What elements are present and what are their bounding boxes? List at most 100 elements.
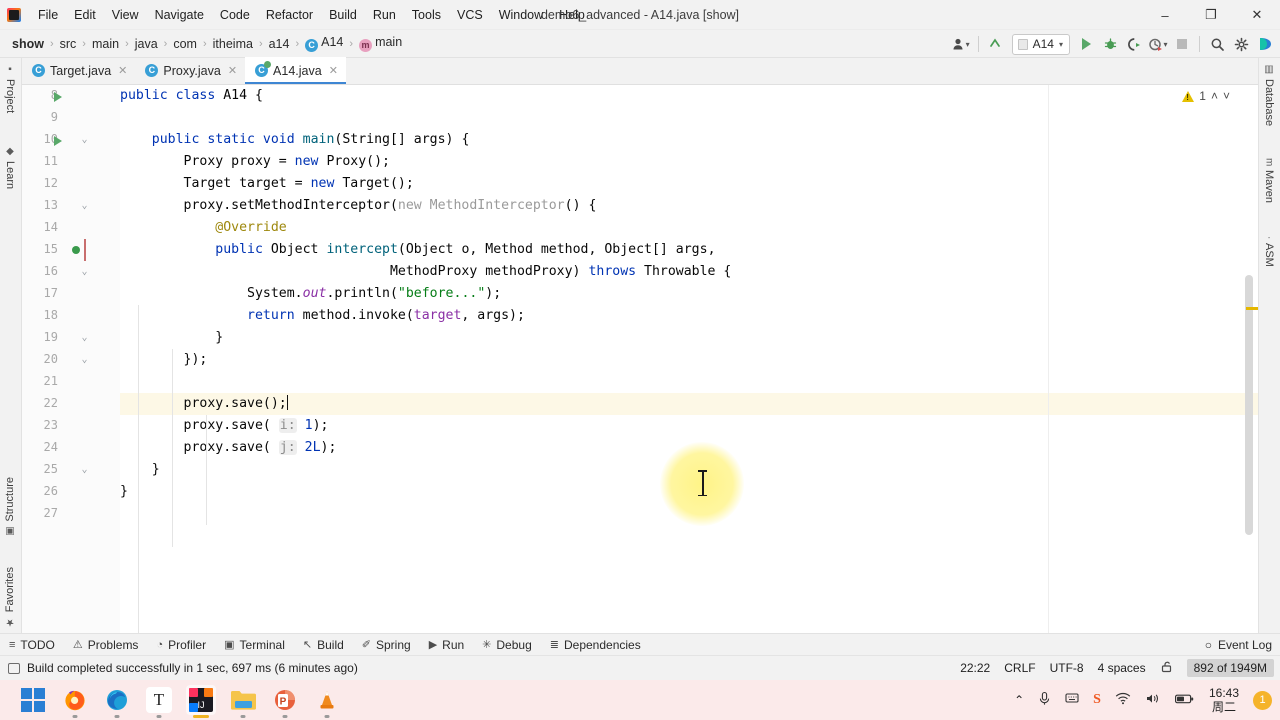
tool-window-dependencies[interactable]: ≣ Dependencies: [541, 634, 650, 656]
tool-window-profiler[interactable]: ◔ Profiler: [147, 634, 215, 656]
taskbar-intellij-idea[interactable]: IJ: [186, 685, 216, 718]
taskbar-firefox[interactable]: [60, 685, 90, 718]
gutter-line[interactable]: 22: [22, 393, 120, 415]
sidebar-item-asm[interactable]: · ASM: [1263, 236, 1275, 267]
microphone-icon[interactable]: [1038, 691, 1051, 709]
ime-icon[interactable]: [1065, 692, 1079, 708]
editor-tab-a14-java[interactable]: C A14.java ✕: [245, 57, 346, 84]
breadcrumb-item-main[interactable]: m main: [356, 34, 405, 53]
menu-item-code[interactable]: Code: [212, 5, 258, 25]
gutter-line[interactable]: 11: [22, 151, 120, 173]
tool-window-problems[interactable]: ⚠ Problems: [64, 634, 148, 656]
gutter-line[interactable]: 27: [22, 503, 120, 525]
taskbar-powerpoint[interactable]: P: [270, 685, 300, 718]
notification-badge[interactable]: 1: [1253, 690, 1272, 710]
ide-helper-icon[interactable]: [1254, 33, 1276, 55]
code-editor[interactable]: 8 9 10 ⌄ 11 12 13 ⌄ 14 15 16 ⌄ 17 18 19 ⌄ 20 ⌄ 21 22 23 24 25 ⌄…: [22, 85, 1258, 633]
breadcrumb-item-com[interactable]: com: [170, 36, 200, 52]
menu-item-build[interactable]: Build: [321, 5, 365, 25]
sidebar-item-project[interactable]: ▪ Project: [4, 64, 16, 113]
editor-tab-target-java[interactable]: C Target.java ✕: [22, 57, 135, 84]
code-fold-icon[interactable]: ⌄: [79, 200, 90, 211]
code-fold-icon[interactable]: ⌄: [79, 354, 90, 365]
taskbar-typora[interactable]: T: [144, 685, 174, 718]
sidebar-item-structure[interactable]: ▣ Structure: [4, 477, 16, 537]
gutter-line[interactable]: 20 ⌄: [22, 349, 120, 371]
gutter-line[interactable]: 10 ⌄: [22, 129, 120, 151]
taskbar-file-explorer[interactable]: [228, 685, 258, 718]
tool-window-run[interactable]: ▶ Run: [420, 634, 473, 656]
code-fold-icon[interactable]: ⌄: [79, 266, 90, 277]
wifi-icon[interactable]: [1115, 692, 1131, 708]
breakpoint-icon[interactable]: [72, 246, 80, 254]
sidebar-item-learn[interactable]: ◆ Learn: [4, 146, 16, 189]
close-icon[interactable]: ✕: [118, 64, 127, 77]
tool-window-terminal[interactable]: ▣ Terminal: [215, 634, 294, 656]
gear-icon[interactable]: [1230, 33, 1252, 55]
taskbar-edge[interactable]: [102, 685, 132, 718]
stop-button[interactable]: [1171, 33, 1193, 55]
next-problem-icon[interactable]: ˅: [1223, 89, 1230, 103]
prev-problem-icon[interactable]: ˄: [1211, 89, 1218, 103]
code-fold-icon[interactable]: ⌄: [79, 332, 90, 343]
memory-indicator[interactable]: 892 of 1949M: [1186, 659, 1274, 677]
menu-item-tools[interactable]: Tools: [404, 5, 449, 25]
code-content[interactable]: public class A14 { public static void ma…: [120, 85, 1258, 633]
breadcrumb-item-a14[interactable]: C A14: [302, 34, 346, 53]
scrollbar-thumb[interactable]: [1245, 275, 1253, 535]
gutter-line[interactable]: 17: [22, 283, 120, 305]
tray-chevron-up-icon[interactable]: ⌃: [1014, 693, 1024, 707]
gutter-line[interactable]: 13 ⌄: [22, 195, 120, 217]
gutter-line[interactable]: 9: [22, 107, 120, 129]
tool-window-spring[interactable]: ✐ Spring: [353, 634, 420, 656]
gutter-line[interactable]: 12: [22, 173, 120, 195]
breadcrumb-item-a14[interactable]: a14: [266, 36, 293, 52]
breadcrumb-item-show[interactable]: show: [9, 36, 47, 52]
gutter-line[interactable]: 23: [22, 415, 120, 437]
taskbar-vlc[interactable]: [312, 685, 342, 718]
code-fold-icon[interactable]: ⌄: [79, 134, 90, 145]
inspection-widget[interactable]: 1 ˄ ˅: [1182, 89, 1230, 103]
user-profile-icon[interactable]: ▾: [950, 33, 972, 55]
tool-window-build[interactable]: ↖ Build: [294, 634, 353, 656]
close-icon[interactable]: ✕: [228, 64, 237, 77]
gutter-run-icon[interactable]: [54, 136, 62, 146]
caret-position[interactable]: 22:22: [960, 661, 990, 675]
menu-item-help[interactable]: Help: [551, 5, 593, 25]
gutter-line[interactable]: 19 ⌄: [22, 327, 120, 349]
search-icon[interactable]: [1206, 33, 1228, 55]
minimize-button[interactable]: –: [1142, 0, 1188, 30]
profiler-button[interactable]: ▾: [1147, 33, 1169, 55]
clock[interactable]: 16:43 周二: [1209, 686, 1239, 714]
run-button[interactable]: [1075, 33, 1097, 55]
gutter-run-icon[interactable]: [54, 92, 62, 102]
maximize-button[interactable]: ❐: [1188, 0, 1234, 30]
menu-item-navigate[interactable]: Navigate: [147, 5, 212, 25]
gutter-line[interactable]: 21: [22, 371, 120, 393]
menu-item-window[interactable]: Window: [491, 5, 551, 25]
close-icon[interactable]: ✕: [329, 64, 338, 77]
sidebar-item-database[interactable]: ▥ Database: [1263, 64, 1275, 126]
gutter-line[interactable]: 26: [22, 481, 120, 503]
file-encoding[interactable]: UTF-8: [1050, 661, 1084, 675]
status-message-group[interactable]: Build completed successfully in 1 sec, 6…: [0, 661, 358, 675]
lock-icon[interactable]: [1160, 660, 1173, 676]
start-button[interactable]: [18, 685, 48, 715]
menu-item-edit[interactable]: Edit: [66, 5, 104, 25]
event-log-button[interactable]: ○ Event Log: [1205, 638, 1272, 652]
tool-window-todo[interactable]: ≡ TODO: [0, 634, 64, 656]
battery-icon[interactable]: [1174, 693, 1195, 708]
sidebar-item-favorites[interactable]: ★ Favorites: [4, 567, 16, 627]
menu-item-run[interactable]: Run: [365, 5, 404, 25]
sidebar-item-maven[interactable]: m Maven: [1263, 158, 1275, 203]
menu-item-refactor[interactable]: Refactor: [258, 5, 321, 25]
gutter-line[interactable]: 16 ⌄: [22, 261, 120, 283]
gutter-line[interactable]: 24: [22, 437, 120, 459]
sogou-input-icon[interactable]: S: [1093, 692, 1101, 708]
gutter-line[interactable]: 8: [22, 85, 120, 107]
editor-scrollbar[interactable]: [1244, 85, 1254, 633]
update-arrow-icon[interactable]: [985, 33, 1007, 55]
menu-item-file[interactable]: File: [30, 5, 66, 25]
code-fold-icon[interactable]: ⌄: [79, 464, 90, 475]
menu-item-vcs[interactable]: VCS: [449, 5, 491, 25]
